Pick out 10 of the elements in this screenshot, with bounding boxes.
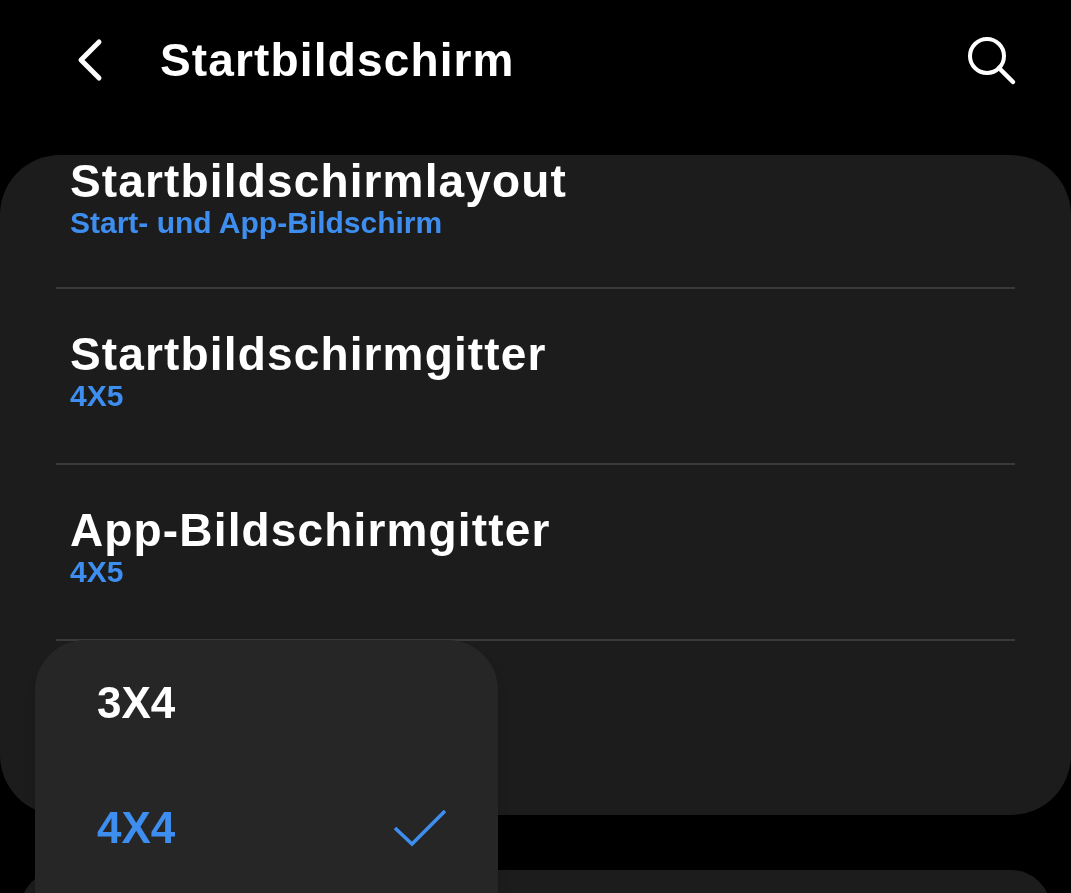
grid-option[interactable]: 4X4 xyxy=(97,794,176,861)
setting-value: 4X5 xyxy=(70,555,124,590)
setting-title[interactable]: Startbildschirmgitter xyxy=(70,330,547,378)
check-icon xyxy=(392,807,448,848)
setting-title[interactable]: App-Bildschirmgitter xyxy=(70,506,551,554)
setting-title[interactable]: Startbildschirmlayout xyxy=(70,157,568,205)
grid-option[interactable]: 3X4 xyxy=(97,669,176,736)
setting-value: 4X5 xyxy=(70,379,124,414)
setting-value: Start- und App-Bildschirm xyxy=(70,206,443,241)
page-title: Startbildschirm xyxy=(160,32,515,88)
